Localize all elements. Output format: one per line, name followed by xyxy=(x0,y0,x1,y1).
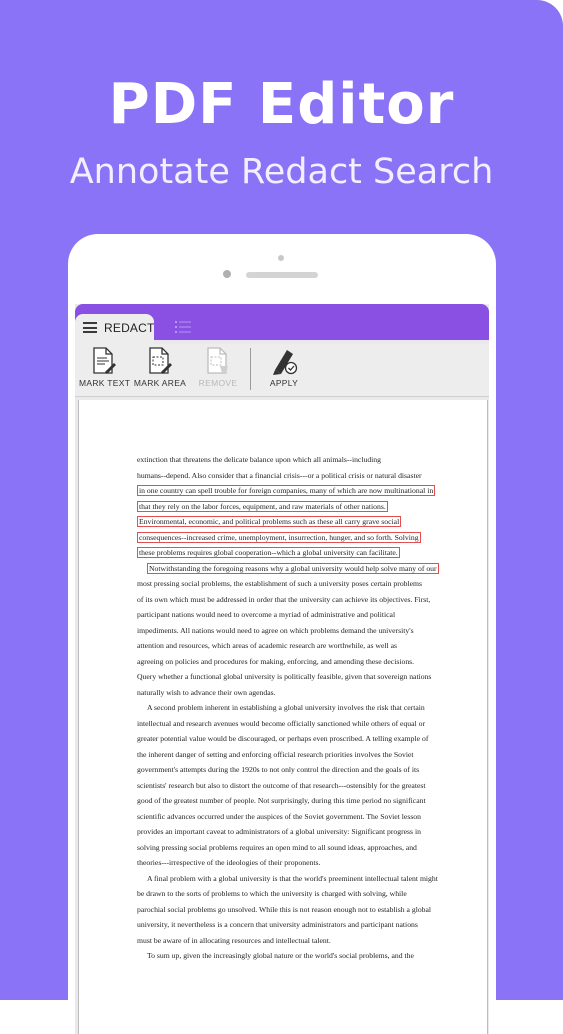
apply-marker-icon xyxy=(273,350,298,375)
document-line-text: participant nations would need to overco… xyxy=(137,610,396,619)
tablet-device-frame: REDACT MARK TEXT MARK AREA REMOVE APPLY … xyxy=(68,234,496,1034)
document-line-text: impediments. All nations would need to a… xyxy=(137,625,414,635)
document-line-text: To sum up, given the increasingly global… xyxy=(147,951,414,960)
document-line-text: the inherent danger of setting and enfor… xyxy=(137,749,414,759)
mark-area-button[interactable]: MARK AREA xyxy=(133,346,187,388)
pdf-text-block: extinction that threatens the delicate b… xyxy=(137,452,439,964)
document-line-text: consequences--increased crime, unemploym… xyxy=(137,531,421,543)
toolbar-divider xyxy=(250,348,251,390)
document-text-line[interactable]: university, it nevertheless is a concern… xyxy=(137,917,437,933)
document-text-line[interactable]: attention and resources, which areas of … xyxy=(137,638,437,654)
document-line-text: greater potential value would be discour… xyxy=(137,734,429,743)
apply-label: APPLY xyxy=(269,378,299,388)
document-text-line[interactable]: of its own which must be addressed in or… xyxy=(137,592,437,608)
remove-label: REMOVE xyxy=(198,378,238,388)
document-text-line[interactable]: good of the greatest number of people. N… xyxy=(137,793,437,809)
document-line-text: Query whether a functional global univer… xyxy=(137,672,432,681)
document-text-line[interactable]: greater potential value would be discour… xyxy=(137,731,437,747)
redaction-marked-line[interactable]: Environmental, economic, and political p… xyxy=(137,514,437,530)
document-line-text: scientific advances occurred under the a… xyxy=(137,811,421,821)
document-text-line[interactable]: most pressing social problems, the estab… xyxy=(137,576,437,592)
redaction-marked-line[interactable]: that they rely on the labor forces, equi… xyxy=(137,499,437,515)
redaction-marked-line[interactable]: these problems requires global cooperati… xyxy=(137,545,437,561)
document-line-text: scientists' research but also to distort… xyxy=(137,780,426,790)
document-text-line[interactable]: A final problem with a global university… xyxy=(137,871,438,887)
document-text-line[interactable]: A second problem inherent in establishin… xyxy=(137,700,437,716)
document-line-text: Environmental, economic, and political p… xyxy=(137,516,402,527)
document-line-text: A final problem with a global university… xyxy=(147,873,438,883)
redaction-marked-line[interactable]: Notwithstanding the foregoing reasons wh… xyxy=(137,561,439,577)
document-text-line[interactable]: provides an important caveat to administ… xyxy=(137,824,437,840)
mark-text-button[interactable]: MARK TEXT xyxy=(79,346,131,388)
document-text-line[interactable]: impediments. All nations would need to a… xyxy=(137,623,437,639)
document-text-line[interactable]: intellectual and research avenues would … xyxy=(137,716,437,732)
document-line-text: government's attempts during the 1920s t… xyxy=(137,765,420,774)
document-line-text: humans--depend. Also consider that a fin… xyxy=(137,470,422,480)
mark-area-icon xyxy=(149,347,172,374)
hamburger-menu-icon[interactable] xyxy=(83,322,97,333)
document-line-text: provides an important caveat to administ… xyxy=(137,827,421,836)
document-line-text: naturally wish to advance their own agen… xyxy=(137,687,276,697)
document-line-text: most pressing social problems, the estab… xyxy=(137,579,423,588)
document-line-text: of its own which must be addressed in or… xyxy=(137,594,431,604)
promo-subtitle: Annotate Redact Search xyxy=(69,152,494,192)
document-line-text: parochial social problems go unsolved. W… xyxy=(137,904,432,914)
app-screen: REDACT MARK TEXT MARK AREA REMOVE APPLY … xyxy=(75,304,489,1034)
tab-redact[interactable]: REDACT xyxy=(75,314,154,344)
tab-redact-label: REDACT xyxy=(104,321,155,335)
document-text-line[interactable]: humans--depend. Also consider that a fin… xyxy=(137,468,437,484)
document-text-line[interactable]: be drawn to the sorts of problems to whi… xyxy=(137,886,437,902)
document-line-text: intellectual and research avenues would … xyxy=(137,718,426,728)
document-text-line[interactable]: must be aware of in allocating resources… xyxy=(137,933,437,949)
document-line-text: agreeing on policies and procedures for … xyxy=(137,656,415,666)
document-text-line[interactable]: extinction that threatens the delicate b… xyxy=(137,452,437,468)
document-line-text: university, it nevertheless is a concern… xyxy=(137,920,418,929)
document-line-text: that they rely on the labor forces, equi… xyxy=(137,500,388,512)
document-line-text: theories---irrespective of the ideologie… xyxy=(137,858,321,867)
list-icon[interactable] xyxy=(175,320,191,334)
document-line-text: in one country can spell trouble for for… xyxy=(137,485,436,496)
document-line-text: Notwithstanding the foregoing reasons wh… xyxy=(147,562,439,574)
document-text-line[interactable]: solving pressing social problems require… xyxy=(137,840,437,856)
document-text-line[interactable]: government's attempts during the 1920s t… xyxy=(137,762,437,778)
document-text-line[interactable]: agreeing on policies and procedures for … xyxy=(137,654,437,670)
document-line-text: these problems requires global cooperati… xyxy=(137,547,400,558)
redaction-marked-line[interactable]: consequences--increased crime, unemploym… xyxy=(137,530,437,546)
document-text-line[interactable]: parochial social problems go unsolved. W… xyxy=(137,902,437,918)
document-line-text: solving pressing social problems require… xyxy=(137,842,417,852)
document-line-text: A second problem inherent in establishin… xyxy=(147,703,425,712)
document-text-line[interactable]: theories---irrespective of the ideologie… xyxy=(137,855,437,871)
document-line-text: must be aware of in allocating resources… xyxy=(137,935,331,945)
document-text-line[interactable]: scientific advances occurred under the a… xyxy=(137,809,437,825)
camera-dot xyxy=(278,255,284,261)
document-text-line[interactable]: Query whether a functional global univer… xyxy=(137,669,437,685)
document-text-line[interactable]: naturally wish to advance their own agen… xyxy=(137,685,437,701)
document-line-text: be drawn to the sorts of problems to whi… xyxy=(137,889,407,898)
remove-icon xyxy=(207,347,228,374)
redact-toolbar: MARK TEXT MARK AREA REMOVE APPLY xyxy=(75,344,489,397)
tab-bar: REDACT xyxy=(75,304,489,344)
promo-title: PDF Editor xyxy=(108,72,455,137)
sensor-dot xyxy=(223,270,231,278)
document-line-text: attention and resources, which areas of … xyxy=(137,641,397,650)
remove-button[interactable]: REMOVE xyxy=(193,346,243,388)
document-text-line[interactable]: participant nations would need to overco… xyxy=(137,607,437,623)
pdf-page[interactable]: extinction that threatens the delicate b… xyxy=(78,400,488,1034)
document-text-line[interactable]: To sum up, given the increasingly global… xyxy=(137,948,437,964)
document-line-text: extinction that threatens the delicate b… xyxy=(137,455,381,464)
document-line-text: good of the greatest number of people. N… xyxy=(137,796,426,805)
mark-text-label: MARK TEXT xyxy=(79,378,131,388)
redaction-marked-line[interactable]: in one country can spell trouble for for… xyxy=(137,483,437,499)
speaker-grille xyxy=(246,272,318,278)
mark-text-icon xyxy=(93,347,116,374)
document-text-line[interactable]: the inherent danger of setting and enfor… xyxy=(137,747,437,763)
apply-button[interactable]: APPLY xyxy=(261,346,307,388)
mark-area-label: MARK AREA xyxy=(133,378,187,388)
document-text-line[interactable]: scientists' research but also to distort… xyxy=(137,778,437,794)
